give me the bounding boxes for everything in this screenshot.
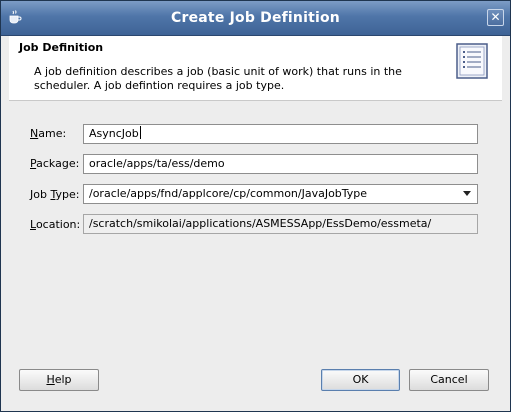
name-label: Name: xyxy=(30,127,67,140)
ok-button[interactable]: OK xyxy=(321,369,400,391)
help-button[interactable]: Help xyxy=(19,369,99,391)
location-label: Location: xyxy=(30,218,81,231)
package-label: Package: xyxy=(30,157,80,170)
package-input[interactable]: oracle/apps/ta/ess/demo xyxy=(83,154,478,174)
location-field: /scratch/smikolai/applications/ASMESSApp… xyxy=(83,214,478,234)
cancel-button[interactable]: Cancel xyxy=(409,369,489,391)
text-caret xyxy=(139,126,141,139)
dialog-window: Create Job Definition ✕ Job Definition A… xyxy=(0,0,511,412)
header-panel: Job Definition A job definition describe… xyxy=(9,36,502,101)
chevron-down-icon[interactable] xyxy=(463,191,471,196)
document-list-icon xyxy=(456,43,488,79)
title-bar[interactable]: Create Job Definition ✕ xyxy=(1,1,510,36)
header-title: Job Definition xyxy=(19,41,104,54)
header-description: A job definition describes a job (basic … xyxy=(34,65,402,92)
window-title: Create Job Definition xyxy=(171,10,340,26)
job-type-select[interactable]: /oracle/apps/fnd/applcore/cp/common/Java… xyxy=(83,184,478,204)
job-type-label: Job Type: xyxy=(30,188,80,201)
close-icon[interactable]: ✕ xyxy=(487,9,504,26)
name-input[interactable]: AsyncJob xyxy=(83,124,478,144)
